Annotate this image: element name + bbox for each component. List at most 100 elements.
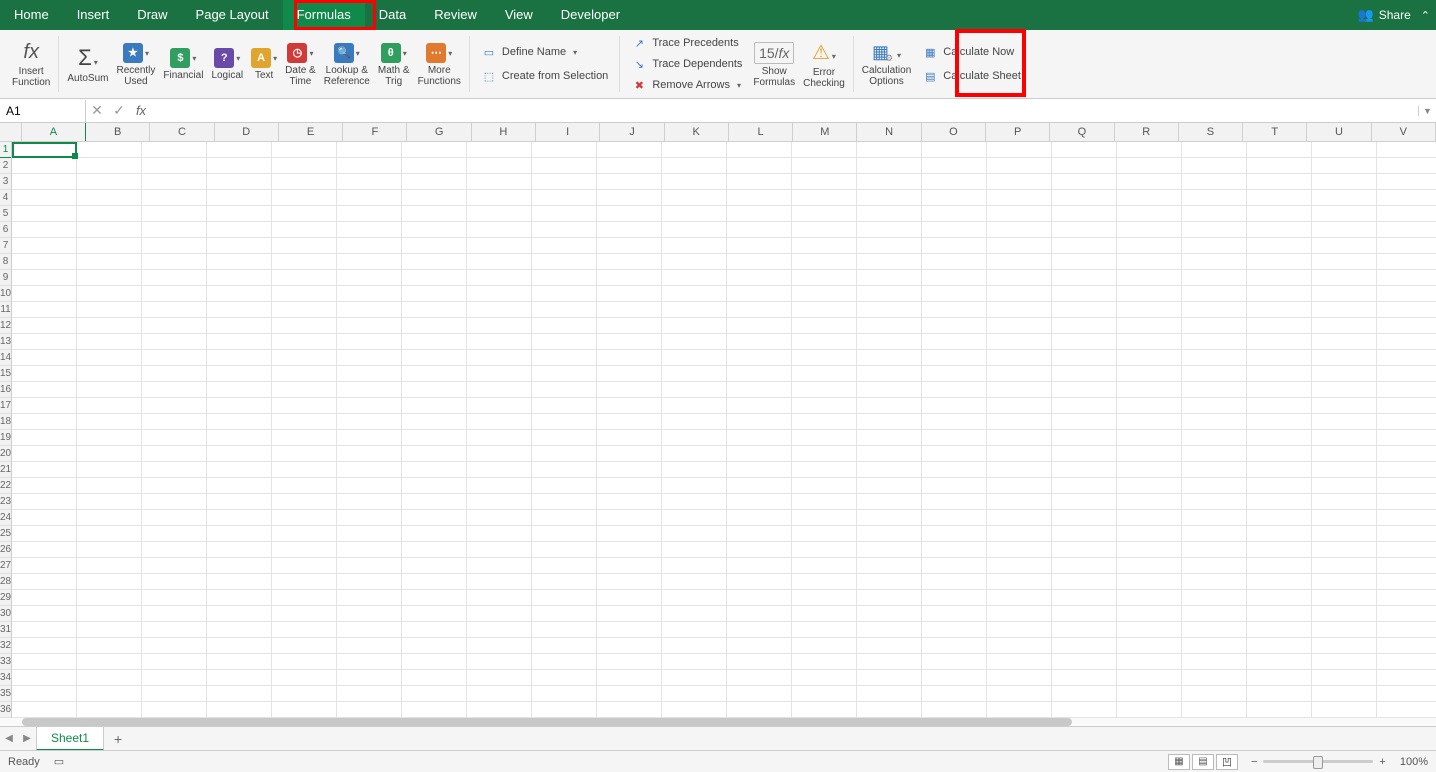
cell[interactable] — [792, 510, 857, 526]
column-header[interactable]: D — [215, 123, 279, 141]
cell[interactable] — [12, 414, 77, 430]
cell[interactable] — [402, 174, 467, 190]
cell[interactable] — [1052, 606, 1117, 622]
cell[interactable] — [727, 238, 792, 254]
cell[interactable] — [142, 670, 207, 686]
row-header[interactable]: 4 — [0, 190, 11, 206]
cell[interactable] — [597, 222, 662, 238]
tab-page-layout[interactable]: Page Layout — [182, 0, 283, 30]
row-header[interactable]: 26 — [0, 542, 11, 558]
row-header[interactable]: 34 — [0, 670, 11, 686]
row-header[interactable]: 35 — [0, 686, 11, 702]
cell[interactable] — [792, 654, 857, 670]
math-trig-button[interactable]: θ▾ Math & Trig — [374, 30, 414, 98]
cell[interactable] — [1117, 702, 1182, 718]
column-header[interactable]: N — [857, 123, 921, 141]
cell[interactable] — [597, 318, 662, 334]
cell[interactable] — [402, 398, 467, 414]
cell[interactable] — [1182, 478, 1247, 494]
cell[interactable] — [662, 702, 727, 718]
cell[interactable] — [1247, 654, 1312, 670]
cell[interactable] — [467, 654, 532, 670]
cell[interactable] — [727, 190, 792, 206]
cell[interactable] — [597, 270, 662, 286]
cell[interactable] — [272, 366, 337, 382]
cell[interactable] — [142, 286, 207, 302]
cell[interactable] — [1117, 414, 1182, 430]
cell[interactable] — [77, 702, 142, 718]
cell[interactable] — [1247, 670, 1312, 686]
cell[interactable] — [922, 686, 987, 702]
column-header[interactable]: O — [922, 123, 986, 141]
cell[interactable] — [1312, 606, 1377, 622]
cell[interactable] — [467, 238, 532, 254]
cell[interactable] — [1312, 510, 1377, 526]
cell[interactable] — [272, 702, 337, 718]
cell[interactable] — [857, 350, 922, 366]
cell[interactable] — [1182, 302, 1247, 318]
cell[interactable] — [402, 558, 467, 574]
cell[interactable] — [272, 622, 337, 638]
cell[interactable] — [987, 574, 1052, 590]
cell[interactable] — [1117, 318, 1182, 334]
cell[interactable] — [402, 526, 467, 542]
cell[interactable] — [597, 398, 662, 414]
cell[interactable] — [857, 510, 922, 526]
cell[interactable] — [142, 590, 207, 606]
cell[interactable] — [1117, 686, 1182, 702]
cell[interactable] — [272, 190, 337, 206]
cell[interactable] — [467, 542, 532, 558]
cell[interactable] — [597, 606, 662, 622]
cell[interactable] — [142, 526, 207, 542]
cell[interactable] — [1052, 414, 1117, 430]
cell[interactable] — [142, 542, 207, 558]
cell[interactable] — [272, 558, 337, 574]
cell[interactable] — [1312, 414, 1377, 430]
cell[interactable] — [1377, 654, 1436, 670]
cell[interactable] — [597, 334, 662, 350]
cell[interactable] — [12, 238, 77, 254]
cell[interactable] — [402, 478, 467, 494]
row-header[interactable]: 1 — [0, 142, 11, 158]
cell[interactable] — [142, 462, 207, 478]
cell[interactable] — [662, 654, 727, 670]
cell[interactable] — [792, 638, 857, 654]
cell[interactable] — [142, 270, 207, 286]
cell[interactable] — [1182, 446, 1247, 462]
cell[interactable] — [857, 526, 922, 542]
cell[interactable] — [337, 238, 402, 254]
cell[interactable] — [532, 334, 597, 350]
cell[interactable] — [662, 526, 727, 542]
cell[interactable] — [727, 334, 792, 350]
cell[interactable] — [922, 670, 987, 686]
cell[interactable] — [467, 446, 532, 462]
cell[interactable] — [1182, 542, 1247, 558]
cell[interactable] — [1117, 142, 1182, 158]
cell[interactable] — [1117, 462, 1182, 478]
recently-used-button[interactable]: ★▾ Recently Used — [113, 30, 160, 98]
cell[interactable] — [207, 350, 272, 366]
cell[interactable] — [467, 334, 532, 350]
cell[interactable] — [1182, 366, 1247, 382]
cell[interactable] — [402, 414, 467, 430]
cell[interactable] — [532, 174, 597, 190]
cell[interactable] — [1182, 622, 1247, 638]
cell[interactable] — [792, 590, 857, 606]
cell[interactable] — [1377, 606, 1436, 622]
cell[interactable] — [272, 494, 337, 510]
calculate-now-button[interactable]: ▦ Calculate Now — [919, 42, 1024, 62]
cell[interactable] — [1052, 206, 1117, 222]
row-header[interactable]: 30 — [0, 606, 11, 622]
column-header[interactable]: A — [22, 123, 86, 141]
more-functions-button[interactable]: ⋯▾ More Functions — [414, 30, 465, 98]
cell[interactable] — [467, 350, 532, 366]
cell[interactable] — [662, 366, 727, 382]
column-header[interactable]: M — [793, 123, 857, 141]
cell[interactable] — [12, 350, 77, 366]
cell[interactable] — [1247, 286, 1312, 302]
cell[interactable] — [1182, 318, 1247, 334]
cell[interactable] — [12, 174, 77, 190]
cell[interactable] — [1052, 398, 1117, 414]
cell[interactable] — [922, 318, 987, 334]
cell[interactable] — [532, 430, 597, 446]
